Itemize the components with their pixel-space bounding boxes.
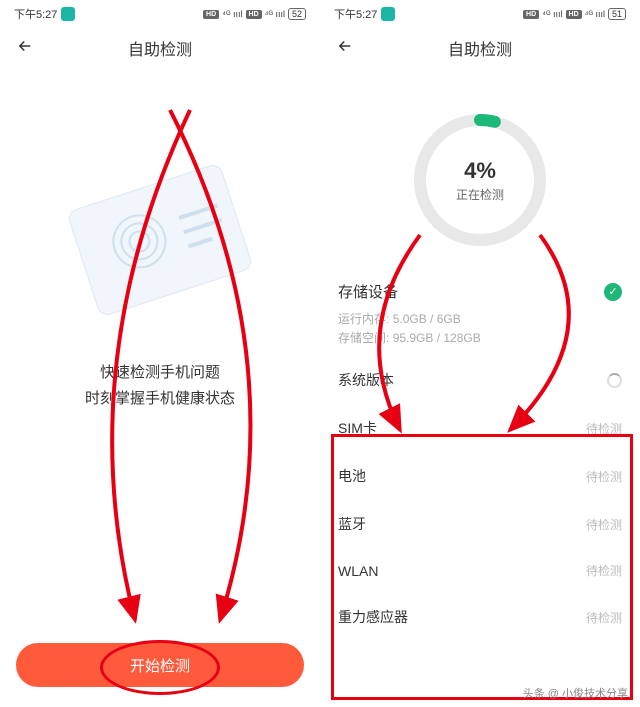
list-item: 电池 待检测	[320, 452, 640, 500]
progress-ring: 4% 正在检测	[405, 105, 555, 255]
battery-indicator: 52	[288, 8, 306, 20]
signal-icon: ⁴ᴳ ıııl	[222, 9, 242, 19]
progress-percent: 4%	[464, 158, 496, 184]
description: 快速检测手机问题 时刻掌握手机健康状态	[0, 360, 320, 411]
back-icon[interactable]	[336, 37, 354, 60]
start-detection-button[interactable]: 开始检测	[16, 643, 304, 687]
signal-icon: ⁴ᴳ ıııl	[585, 9, 605, 19]
page-title: 自助检测	[16, 36, 304, 60]
hd-badge: HD	[523, 10, 539, 19]
item-label: SIM卡	[338, 418, 377, 438]
signal-icon: ⁴ᴳ ıııl	[265, 9, 285, 19]
item-status: 待检测	[586, 516, 622, 533]
status-bar: 下午5:27 HD ⁴ᴳ ıııl HD ⁴ᴳ ıııl 51	[320, 0, 640, 26]
list-item: 重力感应器 待检测	[320, 593, 640, 641]
app-icon	[381, 7, 395, 21]
status-time: 下午5:27	[14, 6, 57, 22]
list-item: SIM卡 待检测	[320, 404, 640, 452]
page-title: 自助检测	[336, 36, 624, 60]
storage-section: 存储设备 ✓ 运行内存: 5.0GB / 6GB 存储空间: 95.9GB / …	[320, 265, 640, 356]
status-bar: 下午5:27 HD ⁴ᴳ ıııl HD ⁴ᴳ ıııl 52	[0, 0, 320, 26]
item-status: 待检测	[586, 420, 622, 437]
section-title: 存储设备	[338, 281, 398, 302]
item-label: 重力感应器	[338, 607, 408, 627]
header: 自助检测	[320, 26, 640, 70]
item-status: 待检测	[586, 609, 622, 626]
illustration	[50, 150, 270, 330]
progress-label: 正在检测	[456, 186, 504, 203]
hd-badge: HD	[203, 10, 219, 19]
list-item: 系统版本	[320, 356, 640, 404]
list-item: 蓝牙 待检测	[320, 500, 640, 548]
signal-icon: ⁴ᴳ ıııl	[542, 9, 562, 19]
header: 自助检测	[0, 26, 320, 70]
hd-badge: HD	[246, 10, 262, 19]
desc-line: 快速检测手机问题	[0, 360, 320, 386]
item-status: 待检测	[586, 468, 622, 485]
hd-badge: HD	[566, 10, 582, 19]
detection-list: 系统版本 SIM卡 待检测 电池 待检测 蓝牙 待检测 WLAN 待检测 重力感…	[320, 356, 640, 641]
list-item: WLAN 待检测	[320, 548, 640, 593]
item-label: 电池	[338, 466, 366, 486]
desc-line: 时刻掌握手机健康状态	[0, 386, 320, 412]
back-icon[interactable]	[16, 37, 34, 60]
phone-screen-left: 下午5:27 HD ⁴ᴳ ıııl HD ⁴ᴳ ıııl 52 自助检测	[0, 0, 320, 707]
item-label: 蓝牙	[338, 514, 366, 534]
item-label: 系统版本	[338, 370, 394, 390]
phone-screen-right: 下午5:27 HD ⁴ᴳ ıııl HD ⁴ᴳ ıııl 51 自助检测	[320, 0, 640, 707]
spinner-icon	[607, 373, 622, 388]
status-time: 下午5:27	[334, 6, 377, 22]
watermark: 头条 @ 小俊技术分享	[523, 685, 628, 701]
check-icon: ✓	[604, 283, 622, 301]
item-label: WLAN	[338, 563, 378, 579]
app-icon	[61, 7, 75, 21]
item-status: 待检测	[586, 562, 622, 579]
ram-info: 运行内存: 5.0GB / 6GB	[338, 310, 622, 329]
rom-info: 存储空间: 95.9GB / 128GB	[338, 329, 622, 348]
battery-indicator: 51	[608, 8, 626, 20]
